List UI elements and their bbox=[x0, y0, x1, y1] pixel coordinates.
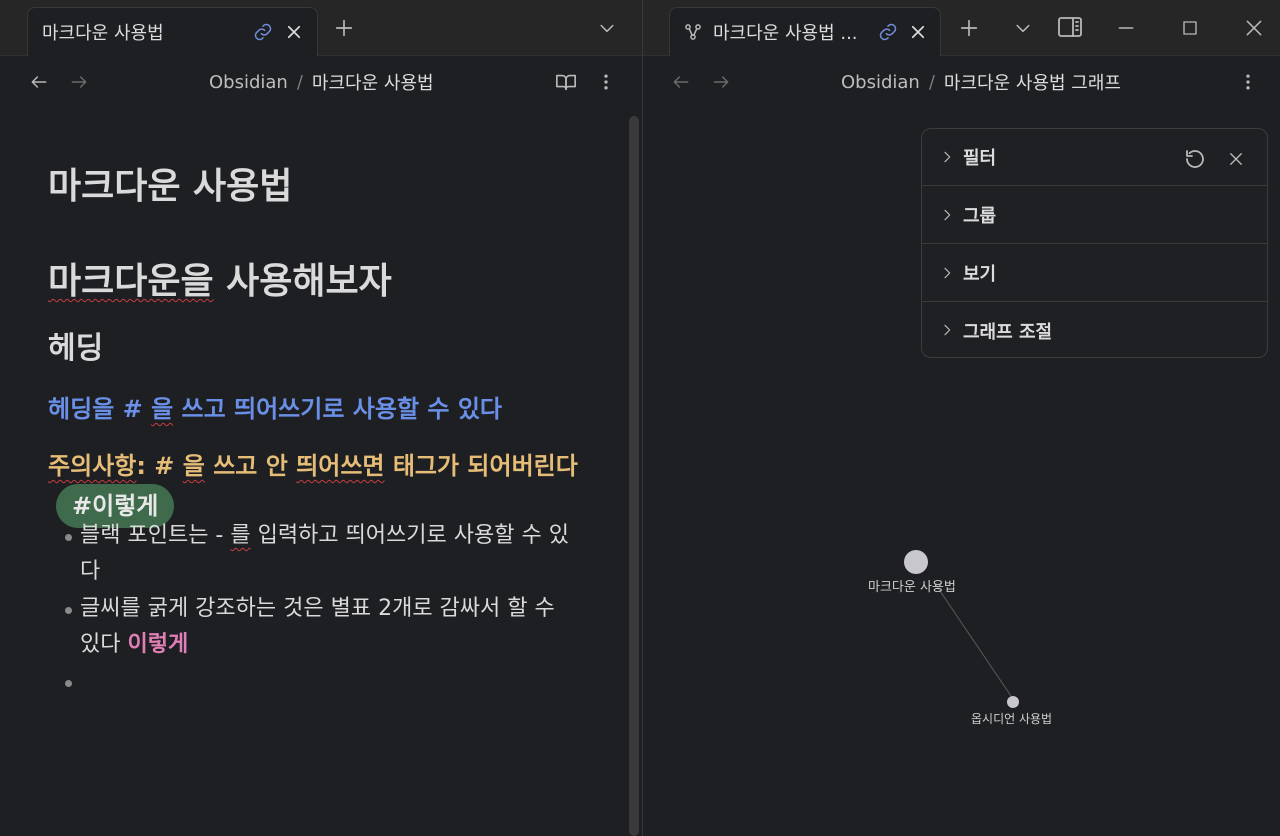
reading-view-book-icon[interactable] bbox=[553, 70, 579, 94]
tab-markdown-graph[interactable]: 마크다운 사용법 ... bbox=[669, 7, 941, 56]
chevron-right-icon bbox=[939, 322, 955, 338]
heading-1-subtitle-flagged-word: 마크다운을 bbox=[48, 261, 214, 302]
close-tab-icon[interactable] bbox=[283, 21, 305, 43]
editor-scrollbar[interactable] bbox=[629, 116, 639, 836]
breadcrumb-root[interactable]: Obsidian bbox=[209, 72, 288, 93]
heading-4-flagged-word: 을 bbox=[151, 395, 174, 423]
left-tab-bar: 마크다운 사용법 bbox=[0, 0, 642, 56]
link-icon bbox=[252, 21, 274, 43]
more-options-icon[interactable] bbox=[594, 70, 618, 94]
right-nav-bar: Obsidian / 마크다운 사용법 그래프 bbox=[643, 56, 1280, 108]
graph-node-secondary-label: 옵시디언 사용법 bbox=[971, 712, 1053, 726]
graph-node-main-label: 마크다운 사용법 bbox=[868, 580, 956, 595]
chevron-right-icon bbox=[939, 265, 955, 281]
right-pane: 마크다운 사용법 ... Obsidian / 마크다운 사용법 그래프 마크다… bbox=[643, 0, 1280, 836]
forward-arrow-icon[interactable] bbox=[67, 70, 91, 94]
new-tab-icon[interactable] bbox=[957, 16, 981, 40]
list-item-empty[interactable] bbox=[65, 664, 580, 700]
tab-title: 마크다운 사용법 ... bbox=[713, 23, 858, 44]
heading-5-flagged-word: 띄어쓰면 bbox=[296, 452, 385, 480]
close-window-icon[interactable] bbox=[1241, 15, 1267, 41]
breadcrumb-separator: / bbox=[296, 71, 303, 93]
link-icon bbox=[877, 21, 899, 43]
heading-4-part: 헤딩을 # bbox=[48, 395, 152, 423]
minimize-window-icon[interactable] bbox=[1113, 15, 1139, 41]
list-item: 블랙 포인트는 - 를 입력하고 띄어쓰기로 사용할 수 있다 bbox=[65, 518, 580, 590]
list-item-bold-text: 이렇게 bbox=[127, 632, 189, 657]
breadcrumb: Obsidian / 마크다운 사용법 그래프 bbox=[841, 56, 1121, 108]
heading-5-part: 쓰고 안 bbox=[204, 452, 297, 480]
right-tab-bar: 마크다운 사용법 ... bbox=[643, 0, 1280, 56]
heading-5: 주의사항: # 을 쓰고 안 띄어쓰면 태그가 되어버린다#이렇게 bbox=[48, 448, 588, 528]
section-group-label: 그룹 bbox=[963, 206, 997, 227]
list-item-flagged-word: 를 bbox=[230, 523, 251, 548]
breadcrumb-root[interactable]: Obsidian bbox=[841, 72, 920, 93]
left-pane: 마크다운 사용법 Obsidian / 마크다운 사용법 마크다운 사용법 마크… bbox=[0, 0, 642, 836]
heading-5-flagged-word: 을 bbox=[182, 452, 205, 480]
graph-edge bbox=[935, 584, 1012, 697]
tab-title: 마크다운 사용법 bbox=[42, 23, 164, 44]
section-graph-control[interactable]: 그래프 조절 bbox=[922, 302, 1267, 359]
chevron-right-icon bbox=[939, 149, 955, 165]
heading-4: 헤딩을 # 을 쓰고 띄어쓰기로 사용할 수 있다 bbox=[48, 389, 502, 424]
heading-3: 헤딩 bbox=[48, 331, 104, 366]
more-options-icon[interactable] bbox=[1236, 70, 1260, 94]
bullet-dot bbox=[65, 680, 72, 687]
heading-5-flagged-word: 주의사항 bbox=[48, 452, 137, 480]
graph-node-secondary[interactable] bbox=[1007, 696, 1019, 708]
left-nav-bar: Obsidian / 마크다운 사용법 bbox=[0, 56, 642, 108]
bullet-dot bbox=[65, 534, 72, 541]
breadcrumb-current[interactable]: 마크다운 사용법 그래프 bbox=[944, 69, 1121, 95]
maximize-window-icon[interactable] bbox=[1177, 15, 1203, 41]
section-filter-label: 필터 bbox=[963, 148, 997, 169]
tab-list-chevron-icon[interactable] bbox=[595, 16, 619, 40]
heading-5-part: : # bbox=[136, 452, 183, 480]
close-panel-icon[interactable] bbox=[1224, 147, 1248, 171]
reset-icon[interactable] bbox=[1182, 146, 1208, 172]
chevron-right-icon bbox=[939, 207, 955, 223]
heading-1-title: 마크다운 사용법 bbox=[48, 166, 293, 207]
graph-node-main[interactable] bbox=[904, 550, 928, 574]
breadcrumb: Obsidian / 마크다운 사용법 bbox=[209, 56, 434, 108]
section-filter[interactable]: 필터 bbox=[922, 129, 1267, 186]
heading-1-subtitle: 마크다운을 사용해보자 bbox=[48, 252, 392, 304]
toggle-sidebar-icon[interactable] bbox=[1056, 14, 1084, 40]
back-arrow-icon[interactable] bbox=[27, 70, 51, 94]
forward-arrow-icon[interactable] bbox=[709, 70, 733, 94]
breadcrumb-current[interactable]: 마크다운 사용법 bbox=[312, 69, 434, 95]
close-tab-icon[interactable] bbox=[907, 21, 929, 43]
section-group[interactable]: 그룹 bbox=[922, 187, 1267, 244]
new-tab-icon[interactable] bbox=[332, 16, 356, 40]
graph-settings-panel: 필터 그룹 보기 그래프 조절 bbox=[921, 128, 1268, 358]
tab-markdown-usage[interactable]: 마크다운 사용법 bbox=[27, 7, 318, 56]
section-view[interactable]: 보기 bbox=[922, 245, 1267, 302]
section-view-label: 보기 bbox=[963, 264, 997, 285]
list-item: 글씨를 굵게 강조하는 것은 별표 2개로 감싸서 할 수 있다 이렇게 bbox=[65, 591, 580, 663]
back-arrow-icon[interactable] bbox=[669, 70, 693, 94]
list-item-text: 블랙 포인트는 - bbox=[80, 523, 231, 548]
heading-4-part: 쓰고 띄어쓰기로 사용할 수 있다 bbox=[173, 395, 502, 423]
bullet-dot bbox=[65, 607, 72, 614]
heading-1-subtitle-rest: 사용해보자 bbox=[213, 261, 392, 302]
graph-view-icon bbox=[682, 21, 704, 43]
heading-5-part: 태그가 되어버린다 bbox=[384, 452, 578, 480]
tab-list-chevron-icon[interactable] bbox=[1011, 16, 1035, 40]
breadcrumb-separator: / bbox=[928, 71, 935, 93]
section-graph-control-label: 그래프 조절 bbox=[963, 321, 1053, 343]
